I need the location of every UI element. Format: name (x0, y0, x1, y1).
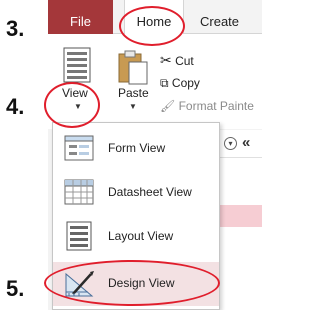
menu-item-label: Layout View (108, 229, 174, 243)
view-icon (63, 47, 91, 83)
layout-view-icon (66, 221, 92, 251)
highlight-oval-home (119, 6, 185, 46)
form-view-icon (64, 135, 94, 161)
menu-item-label: Form View (108, 141, 166, 155)
menu-item-form-view[interactable]: Form View (53, 126, 219, 170)
step-label-5: 5. (6, 276, 25, 301)
clipboard-icon (118, 50, 148, 85)
scissors-icon: ✂ (160, 52, 172, 68)
copy-icon: ⧉ (160, 76, 169, 90)
step-label-4: 4. (6, 94, 25, 119)
menu-item-datasheet-view[interactable]: Datasheet View (53, 170, 219, 214)
datasheet-view-icon (64, 179, 94, 205)
cut-button[interactable]: ✂ Cut (160, 52, 194, 69)
copy-label: Copy (171, 76, 200, 90)
format-painter-button[interactable]: 🖌 Format Painte (160, 99, 254, 113)
tab-create[interactable]: Create (200, 0, 250, 34)
navigation-pane-selected-row[interactable] (219, 205, 262, 227)
tab-file[interactable]: File (48, 0, 113, 34)
paste-button-label: Paste (118, 86, 149, 100)
highlight-oval-design-view (44, 260, 220, 306)
cut-label: Cut (175, 54, 194, 68)
format-painter-label: Format Painte (178, 99, 254, 113)
copy-button[interactable]: ⧉ Copy (160, 76, 200, 91)
step-label-3: 3. (6, 16, 25, 41)
menu-item-layout-view[interactable]: Layout View (53, 214, 219, 258)
collapse-pane-icon[interactable]: « (242, 134, 250, 151)
chevron-down-icon: ▼ (129, 102, 137, 111)
brush-icon: 🖌 (160, 99, 176, 113)
screenshot-canvas: File Home Create View ▼ Paste ▼ ✂ Cut ⧉ … (0, 0, 262, 310)
menu-item-label: Datasheet View (108, 185, 192, 199)
dropdown-circle-icon[interactable]: ▾ (224, 137, 237, 150)
highlight-oval-view (44, 82, 100, 128)
